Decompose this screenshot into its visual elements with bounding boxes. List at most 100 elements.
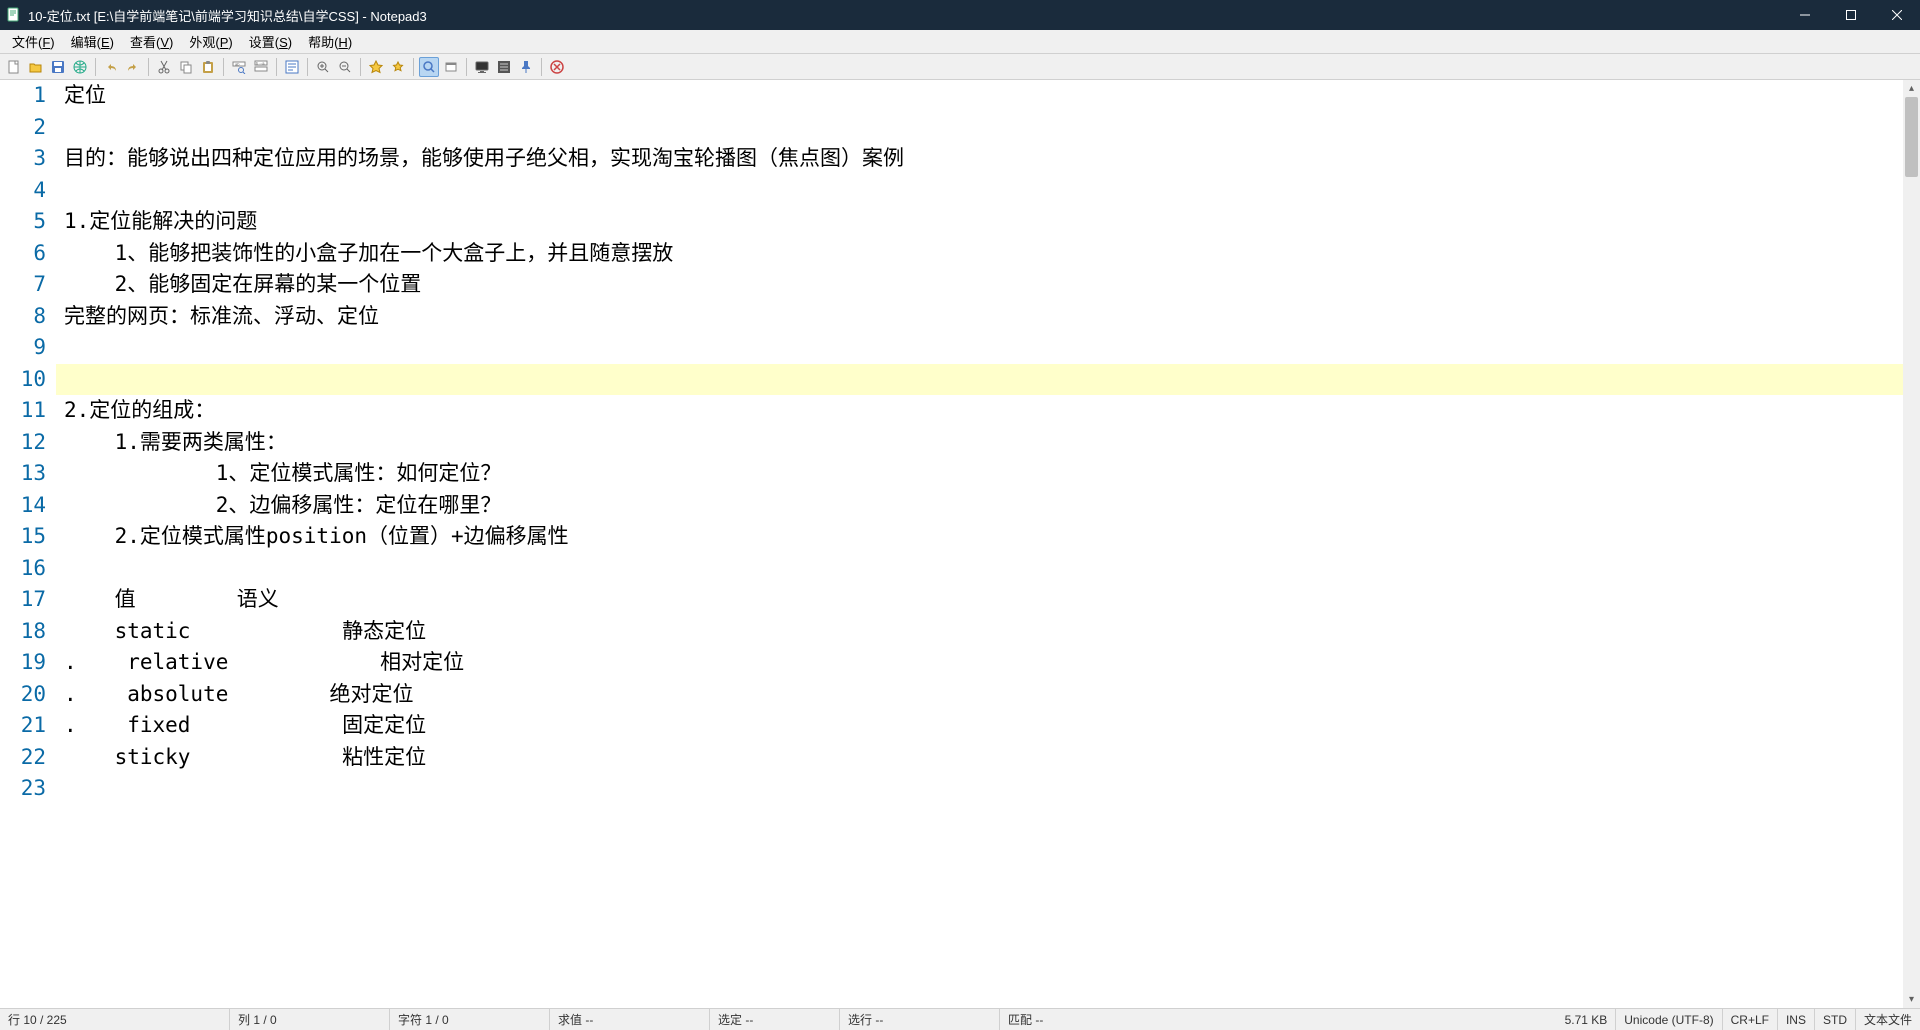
titlebar: 10-定位.txt [E:\自学前端笔记\前端学习知识总结\自学CSS] - N… — [0, 0, 1920, 30]
menu-f[interactable]: 文件(F) — [4, 30, 63, 53]
editor-line[interactable]: sticky 粘性定位 — [56, 742, 1920, 774]
editor-line[interactable]: 1、能够把装饰性的小盒子加在一个大盒子上，并且随意摆放 — [56, 238, 1920, 270]
new-file-icon — [7, 60, 21, 74]
editor-line[interactable] — [56, 175, 1920, 207]
word-wrap-button[interactable] — [282, 57, 302, 77]
editor-line[interactable]: 1.定位能解决的问题 — [56, 206, 1920, 238]
toggle-toolbar-icon — [444, 60, 458, 74]
scroll-down-button[interactable]: ▾ — [1903, 991, 1920, 1008]
new-file-button[interactable] — [4, 57, 24, 77]
copy-button[interactable] — [176, 57, 196, 77]
zoom-reset-button[interactable] — [419, 57, 439, 77]
editor-line[interactable]: 2.定位的组成： — [56, 395, 1920, 427]
vertical-scrollbar[interactable]: ▴ ▾ — [1903, 80, 1920, 1008]
menubar: 文件(F)编辑(E)查看(V)外观(P)设置(S)帮助(H) — [0, 30, 1920, 54]
toggle-toolbar-button[interactable] — [441, 57, 461, 77]
bookmark-button[interactable] — [366, 57, 386, 77]
editor-line[interactable]: 值 语义 — [56, 584, 1920, 616]
cancel-button[interactable] — [547, 57, 567, 77]
editor-line[interactable]: 1、定位模式属性：如何定位？ — [56, 458, 1920, 490]
zoom-in-icon — [316, 60, 330, 74]
zoom-out-icon — [338, 60, 352, 74]
editor-line[interactable] — [56, 553, 1920, 585]
status-std[interactable]: STD — [1815, 1009, 1856, 1030]
close-button[interactable] — [1874, 0, 1920, 30]
editor-line[interactable] — [56, 332, 1920, 364]
editor-line[interactable]: 目的：能够说出四种定位应用的场景，能够使用子绝父相，实现淘宝轮播图（焦点图）案例 — [56, 143, 1920, 175]
line-number: 11 — [0, 395, 46, 427]
status-filetype[interactable]: 文本文件 — [1856, 1009, 1920, 1030]
toolbar-separator — [148, 58, 149, 76]
editor-line[interactable] — [56, 773, 1920, 805]
redo-button[interactable] — [123, 57, 143, 77]
undo-icon — [104, 60, 118, 74]
scrollbar-thumb[interactable] — [1905, 97, 1918, 177]
scroll-up-button[interactable]: ▴ — [1903, 80, 1920, 97]
window-title: 10-定位.txt [E:\自学前端笔记\前端学习知识总结\自学CSS] - N… — [28, 6, 1782, 25]
toolbar-separator — [276, 58, 277, 76]
monitor-button[interactable] — [472, 57, 492, 77]
menu-h[interactable]: 帮助(H) — [300, 30, 360, 53]
line-number: 6 — [0, 238, 46, 270]
undo-button[interactable] — [101, 57, 121, 77]
line-number: 19 — [0, 647, 46, 679]
editor-line[interactable]: 2、能够固定在屏幕的某一个位置 — [56, 269, 1920, 301]
status-filesize[interactable]: 5.71 KB — [1557, 1009, 1617, 1030]
status-eval[interactable]: 求值 -- — [550, 1009, 710, 1030]
menu-s[interactable]: 设置(S) — [241, 30, 300, 53]
line-numbers-button[interactable] — [494, 57, 514, 77]
pin-icon — [519, 60, 533, 74]
window-controls — [1782, 0, 1920, 30]
status-encoding[interactable]: Unicode (UTF-8) — [1616, 1009, 1722, 1030]
editor-line[interactable]: 2.定位模式属性position（位置）+边偏移属性 — [56, 521, 1920, 553]
web-button[interactable] — [70, 57, 90, 77]
editor-line[interactable]: 2、边偏移属性：定位在哪里？ — [56, 490, 1920, 522]
toolbar-separator — [541, 58, 542, 76]
editor-line[interactable]: 1.需要两类属性： — [56, 427, 1920, 459]
minimize-button[interactable] — [1782, 0, 1828, 30]
editor-line[interactable]: 完整的网页：标准流、浮动、定位 — [56, 301, 1920, 333]
replace-button[interactable]: b→a — [251, 57, 271, 77]
status-chars[interactable]: 字符 1 / 0 — [390, 1009, 550, 1030]
cut-button[interactable] — [154, 57, 174, 77]
word-wrap-icon — [285, 60, 299, 74]
zoom-in-button[interactable] — [313, 57, 333, 77]
menu-v[interactable]: 查看(V) — [122, 30, 181, 53]
zoom-out-button[interactable] — [335, 57, 355, 77]
pin-button[interactable] — [516, 57, 536, 77]
svg-text:ab: ab — [235, 61, 240, 66]
monitor-icon — [475, 60, 489, 74]
open-file-button[interactable] — [26, 57, 46, 77]
scrollbar-track[interactable] — [1903, 97, 1920, 991]
editor-line[interactable] — [56, 112, 1920, 144]
bookmark-clear-icon — [391, 60, 405, 74]
editor-line[interactable]: . absolute 绝对定位 — [56, 679, 1920, 711]
line-number: 7 — [0, 269, 46, 301]
line-number: 17 — [0, 584, 46, 616]
menu-e[interactable]: 编辑(E) — [63, 30, 122, 53]
status-line[interactable]: 行 10 / 225 — [0, 1009, 230, 1030]
paste-button[interactable] — [198, 57, 218, 77]
status-selection[interactable]: 选定 -- — [710, 1009, 840, 1030]
menu-p[interactable]: 外观(P) — [181, 30, 240, 53]
status-match[interactable]: 匹配 -- — [1000, 1009, 1051, 1030]
editor-line[interactable]: static 静态定位 — [56, 616, 1920, 648]
line-number: 22 — [0, 742, 46, 774]
editor-line[interactable]: . fixed 固定定位 — [56, 710, 1920, 742]
text-editor[interactable]: 定位目的：能够说出四种定位应用的场景，能够使用子绝父相，实现淘宝轮播图（焦点图）… — [56, 80, 1920, 1008]
find-button[interactable]: ab — [229, 57, 249, 77]
maximize-button[interactable] — [1828, 0, 1874, 30]
cut-icon — [157, 60, 171, 74]
editor-line[interactable] — [56, 364, 1920, 396]
line-number: 10 — [0, 364, 46, 396]
bookmark-clear-button[interactable] — [388, 57, 408, 77]
save-file-button[interactable] — [48, 57, 68, 77]
status-eol[interactable]: CR+LF — [1723, 1009, 1778, 1030]
status-sel-lines[interactable]: 选行 -- — [840, 1009, 1000, 1030]
editor-line[interactable]: 定位 — [56, 80, 1920, 112]
status-column[interactable]: 列 1 / 0 — [230, 1009, 390, 1030]
line-number: 8 — [0, 301, 46, 333]
editor-line[interactable]: . relative 相对定位 — [56, 647, 1920, 679]
status-insert-mode[interactable]: INS — [1778, 1009, 1815, 1030]
toolbar-separator — [413, 58, 414, 76]
